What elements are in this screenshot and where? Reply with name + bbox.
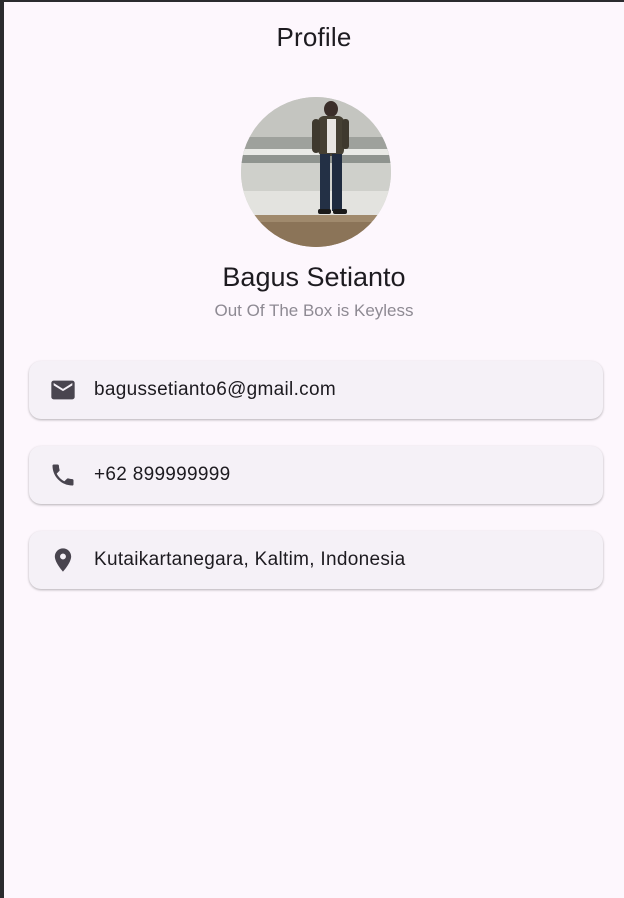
- email-card[interactable]: bagussetianto6@gmail.com: [29, 361, 603, 419]
- location-card[interactable]: Kutaikartanegara, Kaltim, Indonesia: [29, 531, 603, 589]
- profile-photo: [241, 97, 391, 247]
- phone-icon: [48, 460, 78, 490]
- profile-screen: Profile Bagus Setianto Out Of The Box is…: [4, 2, 624, 898]
- profile-name: Bagus Setianto: [222, 262, 406, 292]
- profile-tagline: Out Of The Box is Keyless: [214, 301, 414, 320]
- email-value: bagussetianto6@gmail.com: [94, 379, 336, 400]
- phone-value: +62 899999999: [94, 464, 231, 485]
- location-pin-icon: [48, 545, 78, 575]
- avatar: [241, 97, 391, 247]
- email-icon: [48, 375, 78, 405]
- page-title: Profile: [276, 21, 352, 52]
- phone-card[interactable]: +62 899999999: [29, 446, 603, 504]
- location-value: Kutaikartanegara, Kaltim, Indonesia: [94, 549, 406, 570]
- app-bar: Profile: [4, 2, 624, 66]
